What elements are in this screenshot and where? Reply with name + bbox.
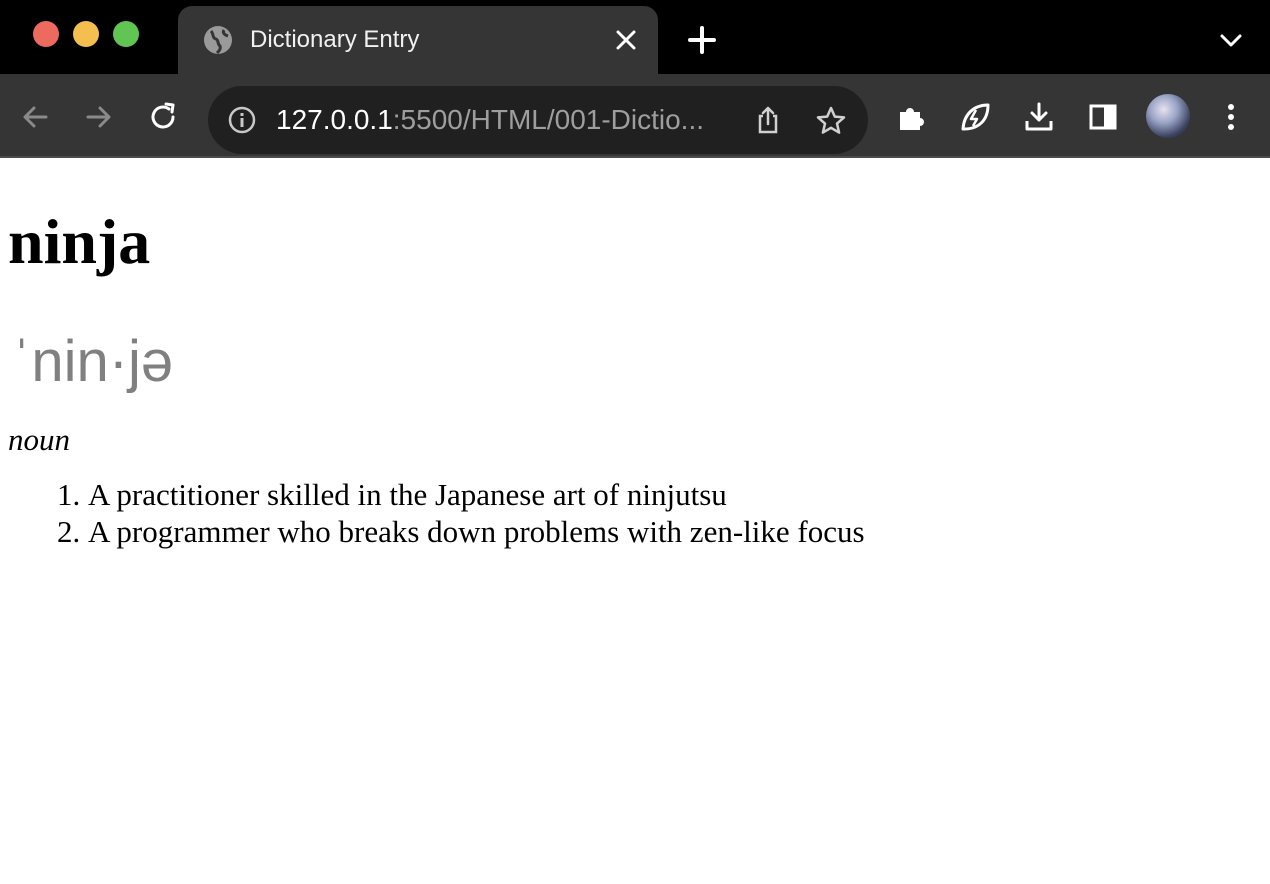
url-text[interactable]: 127.0.0.1:5500/HTML/001-Dictio... (276, 102, 736, 138)
definition-list: A practitioner skilled in the Japanese a… (8, 476, 1262, 550)
browser-toolbar: 127.0.0.1:5500/HTML/001-Dictio... (0, 74, 1270, 158)
share-icon[interactable] (752, 104, 784, 136)
minimize-window-button[interactable] (73, 21, 99, 47)
headword: ninja (8, 206, 151, 277)
plus-icon[interactable] (686, 24, 718, 56)
close-icon[interactable] (612, 26, 640, 54)
star-icon[interactable] (814, 104, 848, 138)
extensions-icon[interactable] (894, 100, 928, 134)
info-icon[interactable] (226, 104, 258, 136)
forward-icon[interactable] (82, 100, 116, 134)
page-content: ninja ˈnin·jə noun A practitioner skille… (0, 210, 1270, 550)
globe-icon (204, 26, 232, 55)
leaf-icon[interactable] (958, 100, 992, 134)
sidebar-icon[interactable] (1086, 100, 1120, 134)
window-controls (33, 21, 139, 47)
definition-item: A programmer who breaks down problems wi… (88, 513, 1262, 550)
tab-title: Dictionary Entry (250, 26, 420, 53)
more-icon[interactable] (1214, 100, 1248, 134)
chevron-down-icon[interactable] (1216, 26, 1246, 56)
address-bar[interactable]: 127.0.0.1:5500/HTML/001-Dictio... (208, 86, 868, 154)
tab-dictionary-entry[interactable]: Dictionary Entry (178, 6, 658, 74)
url-path: :5500/HTML/001-Dictio... (392, 104, 705, 135)
tab-strip: Dictionary Entry (0, 0, 1270, 74)
avatar[interactable] (1146, 94, 1190, 138)
url-host: 127.0.0.1 (276, 104, 393, 135)
back-icon[interactable] (18, 100, 52, 134)
definition-item: A practitioner skilled in the Japanese a… (88, 476, 1262, 513)
part-of-speech: noun (8, 422, 70, 457)
zoom-window-button[interactable] (113, 21, 139, 47)
close-window-button[interactable] (33, 21, 59, 47)
reload-icon[interactable] (146, 100, 180, 134)
download-icon[interactable] (1022, 100, 1056, 134)
pronunciation: ˈnin·jə (12, 329, 174, 394)
